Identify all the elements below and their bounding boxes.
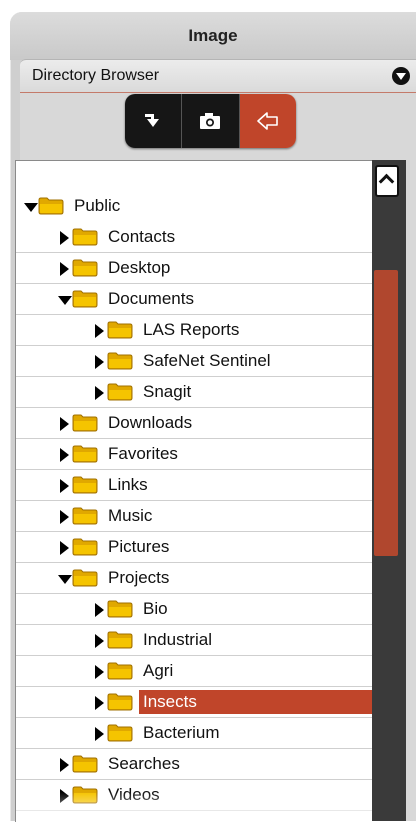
tree-item-label: Documents [108,288,194,308]
tree-item[interactable]: Bacterium [16,717,376,749]
folder-icon [72,290,98,307]
tree-item[interactable]: Videos [16,779,376,811]
expand-arrow-icon[interactable] [58,509,70,524]
tree-item[interactable]: Industrial [16,624,376,656]
folder-icon [107,352,133,369]
tree-item-label: LAS Reports [143,319,240,339]
tree-item[interactable]: Agri [16,655,376,687]
scroll-up-icon[interactable] [375,165,399,197]
expand-arrow-icon[interactable] [58,478,70,493]
import-arrow-icon [145,114,160,127]
tree-item-label: Agri [143,660,174,680]
tree-item[interactable]: Snagit [16,376,376,408]
folder-icon [107,383,133,400]
collapse-section-icon[interactable] [392,67,410,85]
tree-item[interactable]: Music [16,500,376,532]
folder-icon [72,507,98,524]
scroll-thumb[interactable] [374,270,398,556]
tree-item-label: Snagit [143,381,192,401]
expand-arrow-icon[interactable] [58,447,70,462]
expand-arrow-icon[interactable] [58,757,70,772]
folder-icon [107,631,133,648]
collapse-arrow-icon[interactable] [58,293,72,305]
tree-item[interactable]: Public [16,190,376,221]
tree-item-label: Downloads [108,412,193,432]
tree-item[interactable]: Bio [16,593,376,625]
tree-item-label: Bacterium [143,722,220,742]
folder-icon [107,321,133,338]
expand-arrow-icon[interactable] [58,788,70,803]
expand-arrow-icon[interactable] [93,726,105,741]
tree-item-label: Videos [108,784,160,804]
collapse-arrow-icon[interactable] [24,200,38,212]
tree-item[interactable]: Downloads [16,407,376,439]
folder-icon [72,569,98,586]
folder-icon [107,600,133,617]
tree-item-label: Insects [139,689,376,714]
expand-arrow-icon[interactable] [93,633,105,648]
tree-item-label: Searches [108,753,180,773]
folder-icon [72,476,98,493]
tree-item-label: Public [74,195,121,215]
expand-arrow-icon[interactable] [58,540,70,555]
expand-arrow-icon[interactable] [93,602,105,617]
tree-item-label: SafeNet Sentinel [143,350,271,370]
tree-item-label: Pictures [108,536,170,556]
browser-toolbar [125,94,296,148]
folder-icon [107,724,133,741]
tree-item[interactable]: Pictures [16,531,376,563]
folder-icon [107,693,133,710]
tree-item-label: Projects [108,567,170,587]
folder-icon [72,414,98,431]
directory-browser-header[interactable]: Directory Browser [20,59,416,93]
expand-arrow-icon[interactable] [58,261,70,276]
tree-item-label: Music [108,505,153,525]
expand-arrow-icon[interactable] [58,416,70,431]
tree-item[interactable]: Documents [16,283,376,315]
folder-icon [72,259,98,276]
tree-item[interactable]: Contacts [16,221,376,253]
tree-item-label: Industrial [143,629,212,649]
folder-icon [107,662,133,679]
folder-icon [72,538,98,555]
expand-arrow-icon[interactable] [93,664,105,679]
tree-item[interactable]: Insects [16,686,376,718]
section-label: Directory Browser [32,67,160,84]
collapse-arrow-icon[interactable] [58,572,72,584]
tree-item-label: Bio [143,598,168,618]
tree-item[interactable]: Links [16,469,376,501]
import-button[interactable] [125,94,182,148]
tree-item-label: Desktop [108,257,171,277]
directory-tree: Public Contacts Desktop Documents LAS Report… [15,160,376,822]
tree-item-label: Contacts [108,226,176,246]
tree-item-label: Favorites [108,443,178,463]
expand-arrow-icon[interactable] [58,230,70,245]
folder-icon [72,786,98,803]
folder-icon [72,755,98,772]
folder-icon [72,445,98,462]
expand-arrow-icon[interactable] [93,354,105,369]
tree-item[interactable]: Projects [16,562,376,594]
tree-item[interactable]: Favorites [16,438,376,470]
folder-icon [38,197,64,214]
camera-button[interactable] [181,94,239,148]
panel-title: Image [10,12,416,60]
tree-item[interactable]: Searches [16,748,376,780]
tree-item[interactable]: Desktop [16,252,376,284]
tree-item-label: Links [108,474,148,494]
tree-scrollbar[interactable] [372,160,406,821]
back-arrow-icon [257,112,278,130]
tree-item[interactable]: SafeNet Sentinel [16,345,376,377]
expand-arrow-icon[interactable] [93,695,105,710]
camera-icon [200,113,221,129]
back-button[interactable] [238,94,296,148]
tree-item[interactable]: LAS Reports [16,314,376,346]
folder-icon [72,228,98,245]
expand-arrow-icon[interactable] [93,323,105,338]
expand-arrow-icon[interactable] [93,385,105,400]
